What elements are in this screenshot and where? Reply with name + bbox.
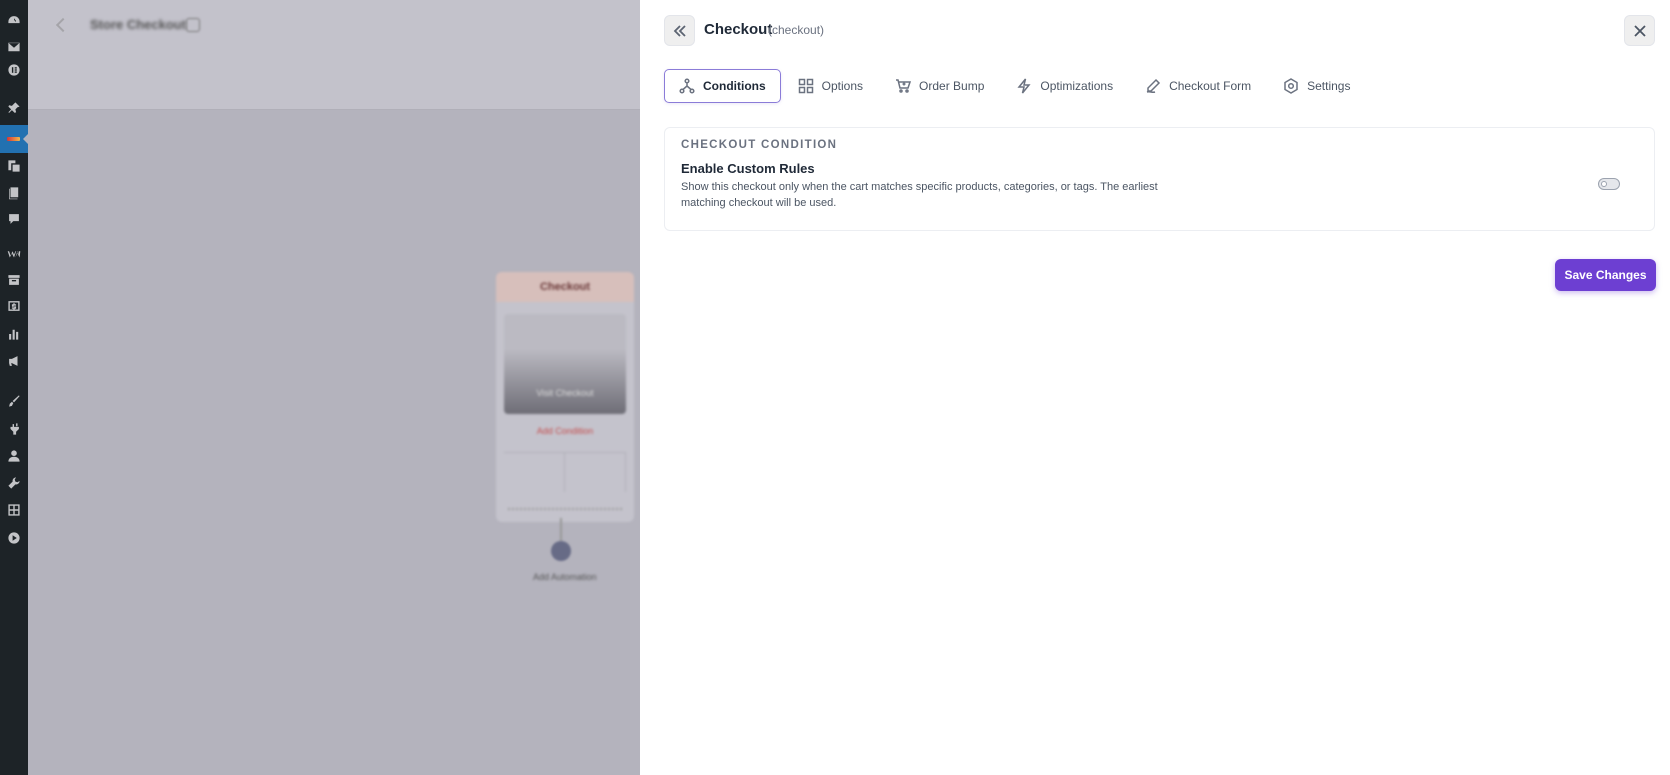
megaphone-icon[interactable] xyxy=(7,354,21,368)
node-add-condition-link: Add Condition xyxy=(536,426,594,436)
pen-icon xyxy=(1146,78,1161,94)
node-stats xyxy=(504,452,626,492)
woo-icon[interactable] xyxy=(7,247,21,261)
condition-subtitle: Enable Custom Rules xyxy=(681,161,815,176)
checkout-node: Checkout Visit Checkout Add Condition xyxy=(496,272,634,522)
grid-icon xyxy=(798,78,813,94)
archive-icon[interactable] xyxy=(7,273,21,287)
pages-icon[interactable] xyxy=(7,186,21,200)
drawer-title: Checkout xyxy=(704,21,773,38)
condition-section-title: CHECKOUT CONDITION xyxy=(681,139,838,151)
plugin-icon[interactable] xyxy=(7,422,21,436)
node-title: Checkout xyxy=(496,272,634,302)
close-button[interactable] xyxy=(1624,15,1655,46)
tab-label: Checkout Form xyxy=(1169,79,1252,93)
tab-optimizations[interactable]: Optimizations xyxy=(1001,69,1128,103)
dashboard-icon[interactable] xyxy=(7,14,21,28)
drawer-tabs: Conditions Options Order Bump Optimizati… xyxy=(664,69,1367,103)
flows-icon[interactable] xyxy=(0,125,28,153)
gear-icon xyxy=(1284,78,1298,94)
node-stat-conversions xyxy=(565,453,626,492)
node-caption: Add Automation xyxy=(533,572,597,582)
node-preview xyxy=(504,314,626,414)
branch-icon xyxy=(679,78,695,94)
double-chevron-left-icon xyxy=(673,24,686,37)
save-changes-button[interactable]: Save Changes xyxy=(1555,259,1656,291)
tab-label: Order Bump xyxy=(919,79,985,93)
tab-label: Optimizations xyxy=(1040,79,1114,93)
brush-icon[interactable] xyxy=(7,394,21,408)
custom-rules-toggle[interactable] xyxy=(1598,178,1620,190)
node-connector xyxy=(560,518,562,542)
pin-icon[interactable] xyxy=(7,101,21,115)
toggle-knob xyxy=(1601,181,1607,187)
tab-checkout-form[interactable]: Checkout Form xyxy=(1130,69,1266,103)
tab-order-bump[interactable]: Order Bump xyxy=(880,69,999,103)
checkout-drawer: Checkout (checkout) Conditions Options O… xyxy=(640,0,1670,775)
tab-label: Conditions xyxy=(703,79,766,93)
mail-icon[interactable] xyxy=(7,40,21,54)
grid-icon[interactable] xyxy=(7,503,21,517)
node-visit-button: Visit Checkout xyxy=(536,388,594,398)
dollar-icon[interactable] xyxy=(7,299,21,313)
tab-label: Settings xyxy=(1307,79,1351,93)
elementor-icon[interactable] xyxy=(7,63,21,77)
background-title: Store Checkout xyxy=(90,17,187,32)
node-stat-visits xyxy=(504,453,565,492)
play-icon[interactable] xyxy=(7,531,21,545)
tab-conditions[interactable]: Conditions xyxy=(664,69,781,103)
collapse-button[interactable] xyxy=(664,15,695,46)
cart-plus-icon xyxy=(896,79,912,93)
media-icon[interactable] xyxy=(7,159,21,173)
node-add-dot xyxy=(551,541,571,561)
background-back-icon xyxy=(55,17,71,33)
tab-options[interactable]: Options xyxy=(783,69,878,103)
close-icon xyxy=(1633,24,1646,37)
wrench-icon[interactable] xyxy=(7,476,21,490)
node-toolbar xyxy=(508,508,622,518)
checkout-condition-card: CHECKOUT CONDITION Enable Custom Rules S… xyxy=(664,127,1655,231)
chart-icon[interactable] xyxy=(7,327,21,341)
condition-description: Show this checkout only when the cart ma… xyxy=(681,181,1158,209)
drawer-slug: (checkout) xyxy=(768,23,825,37)
user-icon[interactable] xyxy=(7,449,21,463)
tab-settings[interactable]: Settings xyxy=(1268,69,1365,103)
tab-label: Options xyxy=(821,79,864,93)
comments-icon[interactable] xyxy=(7,212,21,226)
edit-icon xyxy=(186,18,200,32)
admin-sidebar xyxy=(0,0,28,775)
lightning-icon xyxy=(1017,78,1031,94)
